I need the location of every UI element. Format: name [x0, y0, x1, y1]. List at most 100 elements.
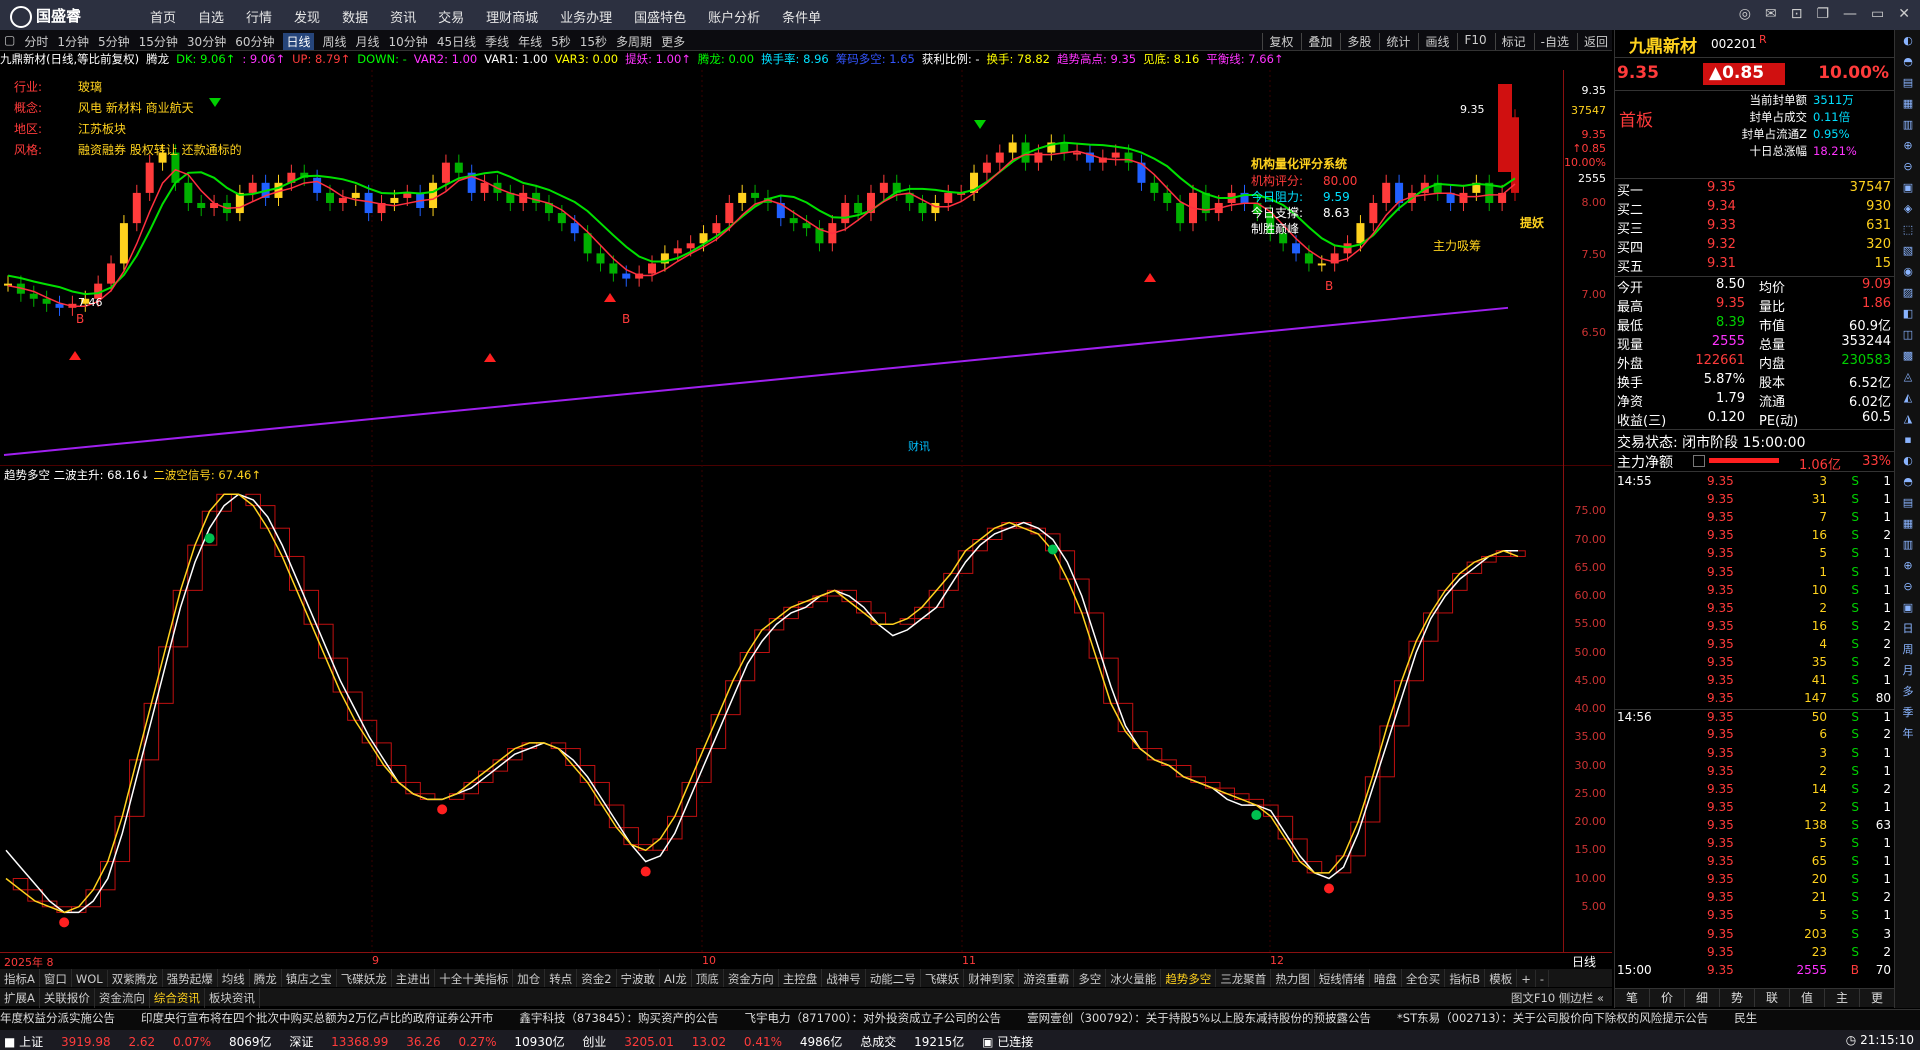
- period-tab[interactable]: 10分钟: [389, 33, 428, 50]
- cy-label[interactable]: 创业: [582, 1033, 606, 1050]
- indicator-tab[interactable]: 强势起爆: [163, 969, 218, 987]
- period-tab[interactable]: 多周期: [616, 33, 652, 50]
- mail-icon[interactable]: ✉: [1765, 6, 1777, 22]
- side-tool-icon[interactable]: ◓: [1895, 51, 1920, 72]
- chart-tool-button[interactable]: F10: [1457, 33, 1487, 50]
- side-period-tab[interactable]: 年: [1895, 723, 1920, 744]
- quote-bottom-tab[interactable]: 主: [1825, 989, 1860, 1007]
- side-tool-icon[interactable]: ▩: [1895, 345, 1920, 366]
- lock-icon[interactable]: ⊡: [1791, 6, 1803, 22]
- app-logo[interactable]: 国盛睿: [10, 5, 81, 28]
- menu-item[interactable]: 自选: [198, 7, 224, 26]
- bid-level-row[interactable]: 买二 9.34 930: [1615, 199, 1895, 218]
- menu-item[interactable]: 交易: [438, 7, 464, 26]
- bid-level-row[interactable]: 买四 9.32 320: [1615, 237, 1895, 256]
- indicator-tab[interactable]: 双紫腾龙: [108, 969, 163, 987]
- indicator-tab[interactable]: 多空: [1074, 969, 1107, 987]
- oscillator-panel[interactable]: 趋势多空 二波主升: 68.16↓ 二波空信号: 67.46↑: [0, 465, 1612, 952]
- indicator-tab[interactable]: 资金2: [577, 969, 617, 987]
- side-period-tab[interactable]: 月: [1895, 660, 1920, 681]
- period-tab[interactable]: 60分钟: [235, 33, 274, 50]
- side-tool-icon[interactable]: ▣: [1895, 177, 1920, 198]
- side-tool-icon[interactable]: ▤: [1895, 492, 1920, 513]
- side-tool-icon[interactable]: ▧: [1895, 240, 1920, 261]
- quote-bottom-tab[interactable]: 联: [1755, 989, 1790, 1007]
- chart-tool-button[interactable]: 画线: [1418, 33, 1449, 50]
- indicator-tab[interactable]: 暗盘: [1370, 969, 1402, 987]
- side-tool-icon[interactable]: ◐: [1895, 30, 1920, 51]
- indicator-tab[interactable]: 镇店之宝: [282, 969, 337, 987]
- chart-tool-button[interactable]: 复权: [1262, 33, 1293, 50]
- bid-level-row[interactable]: 买三 9.33 631: [1615, 218, 1895, 237]
- menu-item[interactable]: 首页: [150, 7, 176, 26]
- menu-item[interactable]: 资讯: [390, 7, 416, 26]
- indicator-tab[interactable]: 指标A: [0, 969, 40, 987]
- extension-tab[interactable]: 扩展A: [0, 988, 40, 1008]
- indicator-tab[interactable]: 资金方向: [724, 969, 779, 987]
- indicator-tab[interactable]: 窗口: [40, 969, 72, 987]
- indicator-tab[interactable]: 主控盘: [779, 969, 823, 987]
- news-item[interactable]: *ST东易（002713）：关于公司股价向下除权的风险提示公告: [1397, 1011, 1708, 1025]
- indicator-tab[interactable]: 热力图: [1271, 969, 1315, 987]
- menu-item[interactable]: 业务办理: [560, 7, 612, 26]
- side-tool-icon[interactable]: ⬚: [1895, 219, 1920, 240]
- indicator-tab[interactable]: 宁波敢: [617, 969, 661, 987]
- period-tab[interactable]: 年线: [518, 33, 542, 50]
- sidebar-toggle[interactable]: 图文F10 侧边栏 «: [1507, 988, 1608, 1008]
- skin-icon[interactable]: ❐: [1816, 6, 1829, 22]
- indicator-tab[interactable]: 主进出: [392, 969, 436, 987]
- indicator-tab[interactable]: WOL: [72, 970, 108, 987]
- side-tool-icon[interactable]: ⊖: [1895, 576, 1920, 597]
- price-chart-panel[interactable]: 9.35 7.46 B B B 提妖 主力吸筹 财讯 行业: 玻璃 概念: 风电 新材料 商业航天地…: [0, 70, 1612, 466]
- side-tool-icon[interactable]: ▣: [1895, 597, 1920, 618]
- side-tool-icon[interactable]: ◭: [1895, 387, 1920, 408]
- period-tab[interactable]: 日线: [283, 33, 314, 50]
- layout-icon[interactable]: ▢: [4, 33, 15, 50]
- chat-icon[interactable]: ◎: [1739, 6, 1751, 22]
- news-item[interactable]: 印度央行宣布将在四个批次中购买总额为2万亿卢比的政府证券公开市: [141, 1011, 493, 1025]
- chart-tool-button[interactable]: 标记: [1494, 33, 1526, 50]
- chart-tool-button[interactable]: 统计: [1379, 33, 1410, 50]
- period-tab[interactable]: 月线: [356, 33, 380, 50]
- side-tool-icon[interactable]: ▦: [1895, 513, 1920, 534]
- indicator-tab[interactable]: 飞碟妖: [921, 969, 965, 987]
- menu-item[interactable]: 条件单: [782, 7, 821, 26]
- indicator-tab[interactable]: 短线情绪: [1315, 969, 1370, 987]
- menu-item[interactable]: 理财商城: [486, 7, 538, 26]
- extension-tab[interactable]: 综合资讯: [150, 988, 205, 1008]
- side-period-tab[interactable]: 多: [1895, 681, 1920, 702]
- side-tool-icon[interactable]: ▥: [1895, 534, 1920, 555]
- indicator-tab[interactable]: 顶底: [692, 969, 724, 987]
- indicator-tab-right[interactable]: 模板: [1485, 969, 1518, 987]
- news-item[interactable]: 壹网壹创（300792）：关于持股5%以上股东减持股份的预披露公告: [1027, 1011, 1371, 1025]
- quote-bottom-tab[interactable]: 更: [1860, 989, 1895, 1007]
- side-tool-icon[interactable]: ▨: [1895, 282, 1920, 303]
- period-tab[interactable]: 1分钟: [57, 33, 89, 50]
- side-tool-icon[interactable]: ◬: [1895, 366, 1920, 387]
- period-tab[interactable]: 30分钟: [187, 33, 226, 50]
- menu-item[interactable]: 国盛特色: [634, 7, 686, 26]
- chart-tool-button[interactable]: 多股: [1340, 33, 1371, 50]
- indicator-tab[interactable]: 转点: [545, 969, 578, 987]
- indicator-tab[interactable]: 全仓买: [1402, 969, 1446, 987]
- period-tab[interactable]: 更多: [661, 33, 685, 50]
- news-item[interactable]: 年度权益分派实施公告: [0, 1011, 115, 1025]
- side-tool-icon[interactable]: ▤: [1895, 72, 1920, 93]
- indicator-tab[interactable]: 冰火量能: [1106, 969, 1162, 987]
- menu-item[interactable]: 行情: [246, 7, 272, 26]
- osc-name[interactable]: 趋势多空: [4, 468, 50, 482]
- menu-item[interactable]: 数据: [342, 7, 368, 26]
- maximize-icon[interactable]: ▭: [1871, 6, 1884, 22]
- sh-label[interactable]: ■ 上证: [4, 1033, 43, 1050]
- indicator-tab[interactable]: 十全十美指标: [435, 969, 514, 987]
- side-tool-icon[interactable]: ◈: [1895, 198, 1920, 219]
- period-tab[interactable]: 分时: [24, 33, 48, 50]
- side-tool-icon[interactable]: ⊖: [1895, 156, 1920, 177]
- side-tool-icon[interactable]: ◐: [1895, 450, 1920, 471]
- bid-level-row[interactable]: 买一 9.35 37547: [1615, 180, 1895, 199]
- menu-item[interactable]: 发现: [294, 7, 320, 26]
- side-tool-icon[interactable]: ◧: [1895, 303, 1920, 324]
- period-label[interactable]: 日线: [1572, 953, 1596, 970]
- menu-item[interactable]: 账户分析: [708, 7, 760, 26]
- indicator-tab-right[interactable]: +: [1517, 970, 1536, 987]
